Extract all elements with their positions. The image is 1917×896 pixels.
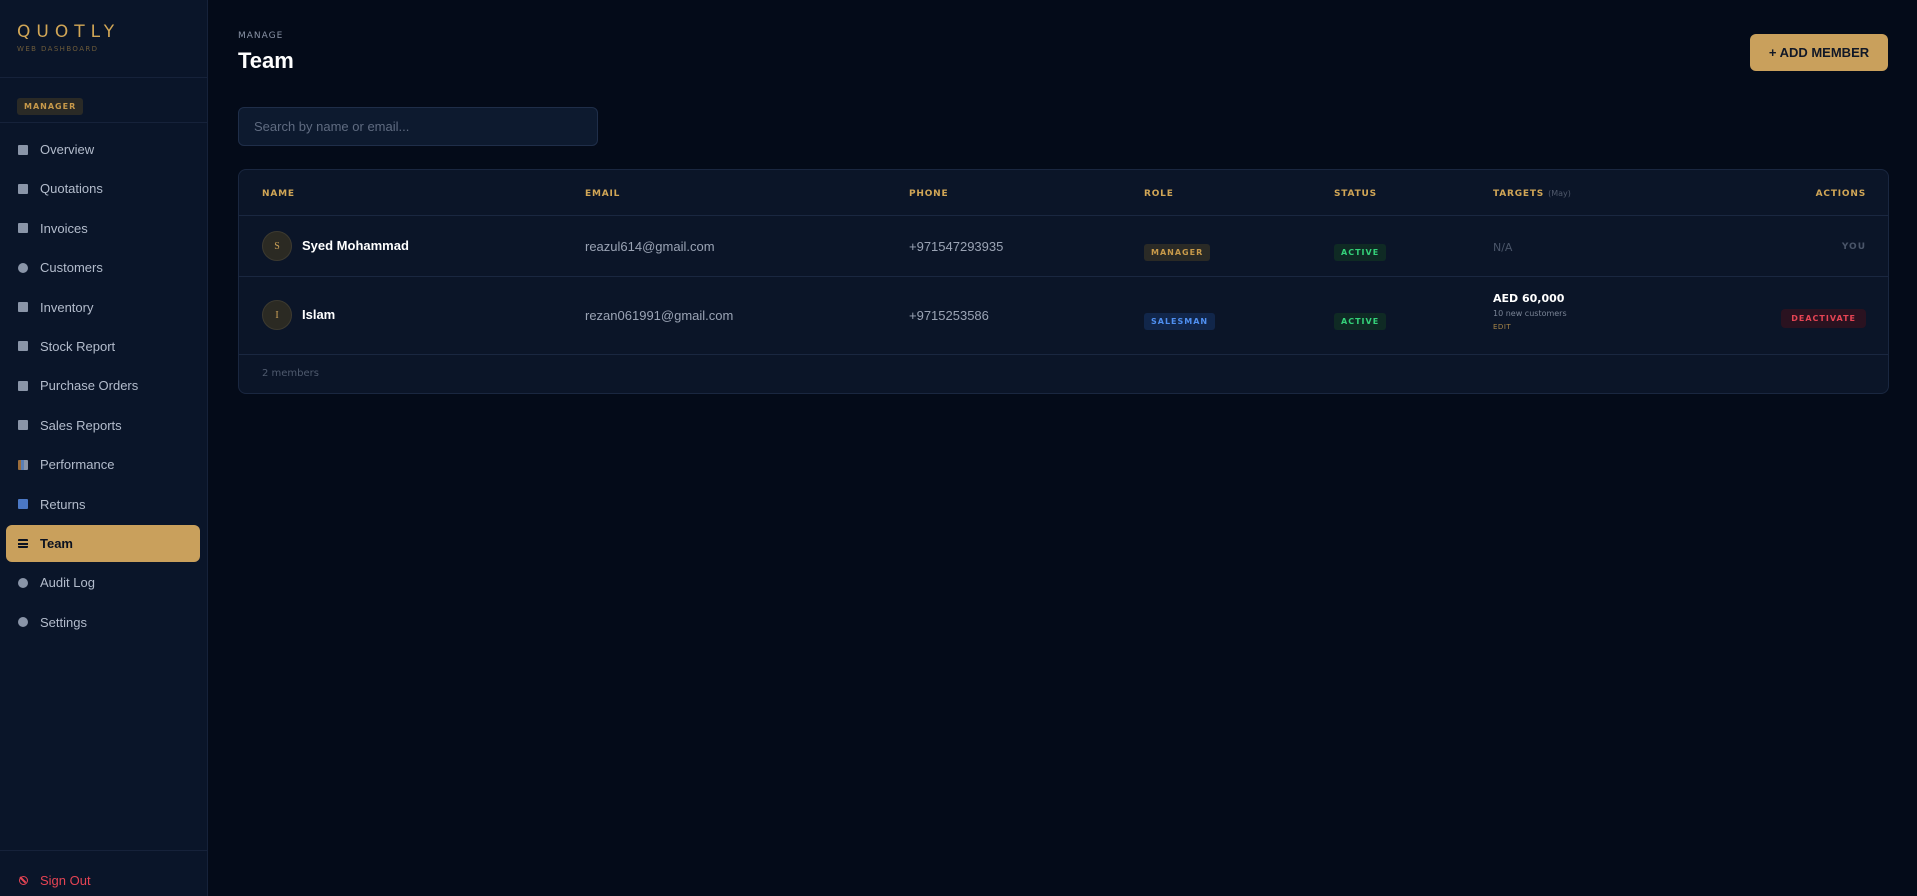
sales-reports-icon: [18, 420, 28, 431]
column-header-status: STATUS: [1334, 189, 1377, 199]
customers-icon: [18, 262, 28, 273]
sidebar-item-audit-log[interactable]: Audit Log: [6, 564, 200, 601]
sidebar-item-stock-report[interactable]: Stock Report: [6, 328, 200, 365]
column-header-email: EMAIL: [585, 189, 621, 199]
sidebar-item-label: Sales Reports: [40, 417, 122, 433]
sidebar-nav: Overview Quotations Invoices Customers I…: [0, 123, 207, 641]
column-header-name: NAME: [262, 189, 295, 199]
table-row: I Islam rezan061991@gmail.com +971525358…: [239, 277, 1888, 355]
avatar: S: [262, 231, 292, 261]
role-cell: MANAGER: [1144, 240, 1211, 261]
sidebar-item-label: Inventory: [40, 299, 94, 315]
column-header-targets: TARGETS (May): [1493, 189, 1571, 199]
sign-out-button[interactable]: Sign Out: [19, 873, 91, 888]
column-header-phone: PHONE: [909, 189, 949, 199]
sidebar-item-purchase-orders[interactable]: Purchase Orders: [6, 367, 200, 404]
stock-report-icon: [18, 341, 28, 352]
member-phone: +9715253586: [909, 308, 989, 323]
role-cell: SALESMAN: [1144, 309, 1216, 330]
add-member-button[interactable]: + ADD MEMBER: [1750, 34, 1888, 71]
sidebar-item-performance[interactable]: Performance: [6, 446, 200, 483]
member-name: Islam: [302, 307, 336, 322]
status-badge: ACTIVE: [1334, 313, 1387, 330]
sidebar-item-team[interactable]: Team: [6, 524, 200, 562]
role-badge: SALESMAN: [1144, 313, 1216, 330]
status-badge: ACTIVE: [1334, 244, 1387, 261]
brand-logo[interactable]: QUOTLY: [17, 22, 189, 42]
sidebar-item-label: Returns: [40, 496, 86, 512]
column-header-targets-month: (May): [1548, 189, 1571, 198]
document-icon: [18, 183, 28, 194]
returns-icon: [18, 499, 28, 510]
page-title: Team: [238, 48, 294, 73]
sign-out-label: Sign Out: [40, 873, 91, 888]
column-header-actions: ACTIONS: [1815, 189, 1866, 199]
purchase-orders-icon: [18, 380, 28, 391]
brand: QUOTLY WEB DASHBOARD: [0, 0, 207, 78]
sidebar-item-label: Stock Report: [40, 338, 116, 354]
member-phone: +971547293935: [909, 239, 1004, 254]
status-cell: ACTIVE: [1334, 240, 1387, 261]
target-amount: AED 60,000: [1493, 292, 1565, 305]
gear-icon: [18, 617, 28, 628]
sidebar-item-label: Purchase Orders: [40, 378, 139, 394]
sidebar-item-label: Quotations: [40, 181, 103, 197]
user-role-section: MANAGER: [0, 78, 207, 123]
team-table: NAME EMAIL PHONE ROLE STATUS TARGETS (May…: [238, 169, 1889, 394]
sidebar-item-returns[interactable]: Returns: [6, 486, 200, 523]
sidebar-item-inventory[interactable]: Inventory: [6, 289, 200, 326]
main-content: MANAGE Team + ADD MEMBER NAME EMAIL PHON…: [208, 0, 1917, 896]
page-eyebrow: MANAGE: [238, 31, 284, 41]
sidebar-item-overview[interactable]: Overview: [6, 131, 200, 168]
target-note: 10 new customers: [1493, 309, 1567, 318]
user-role-badge: MANAGER: [17, 98, 84, 115]
brand-subtitle: WEB DASHBOARD: [17, 45, 99, 53]
column-header-targets-label: TARGETS: [1493, 189, 1545, 199]
member-name: Syed Mohammad: [302, 238, 409, 253]
menu-lines-icon: [18, 538, 28, 548]
bar-chart-icon: [18, 459, 28, 470]
role-badge: MANAGER: [1144, 244, 1211, 261]
sidebar-item-settings[interactable]: Settings: [6, 604, 200, 641]
sidebar-item-quotations[interactable]: Quotations: [6, 170, 200, 207]
search-input[interactable]: [238, 107, 598, 146]
member-email: rezan061991@gmail.com: [585, 308, 734, 323]
sidebar-item-sales-reports[interactable]: Sales Reports: [6, 407, 200, 444]
target-value: N/A: [1493, 241, 1513, 254]
member-email: reazul614@gmail.com: [585, 239, 715, 254]
column-header-role: ROLE: [1144, 189, 1174, 199]
sidebar-item-label: Settings: [40, 614, 87, 630]
sidebar-item-label: Customers: [40, 260, 103, 276]
status-cell: ACTIVE: [1334, 309, 1387, 330]
sidebar-item-label: Audit Log: [40, 575, 95, 591]
sidebar: QUOTLY WEB DASHBOARD MANAGER Overview Qu…: [0, 0, 208, 896]
member-count: 2 members: [262, 368, 319, 379]
sidebar-item-customers[interactable]: Customers: [6, 249, 200, 286]
app-shell: QUOTLY WEB DASHBOARD MANAGER Overview Qu…: [0, 0, 1917, 896]
grid-icon: [18, 144, 28, 155]
sign-out-icon: [19, 876, 28, 885]
sidebar-item-label: Invoices: [40, 220, 88, 236]
receipt-icon: [18, 223, 28, 234]
deactivate-button[interactable]: DEACTIVATE: [1781, 309, 1866, 328]
table-header: NAME EMAIL PHONE ROLE STATUS TARGETS (May…: [239, 170, 1888, 216]
target-cell: AED 60,000 10 new customers EDIT: [1493, 292, 1567, 331]
current-user-label: YOU: [1841, 242, 1866, 252]
sidebar-item-label: Performance: [40, 457, 115, 473]
sidebar-item-label: Overview: [40, 142, 95, 157]
inventory-icon: [18, 302, 28, 313]
sidebar-item-invoices[interactable]: Invoices: [6, 210, 200, 247]
edit-target-link[interactable]: EDIT: [1493, 323, 1567, 331]
sidebar-item-label: Team: [40, 535, 73, 551]
sidebar-footer: Sign Out: [0, 850, 207, 896]
action-cell: DEACTIVATE: [1781, 306, 1866, 328]
table-row: S Syed Mohammad reazul614@gmail.com +971…: [239, 216, 1888, 277]
avatar: I: [262, 300, 292, 330]
clock-icon: [18, 577, 28, 588]
